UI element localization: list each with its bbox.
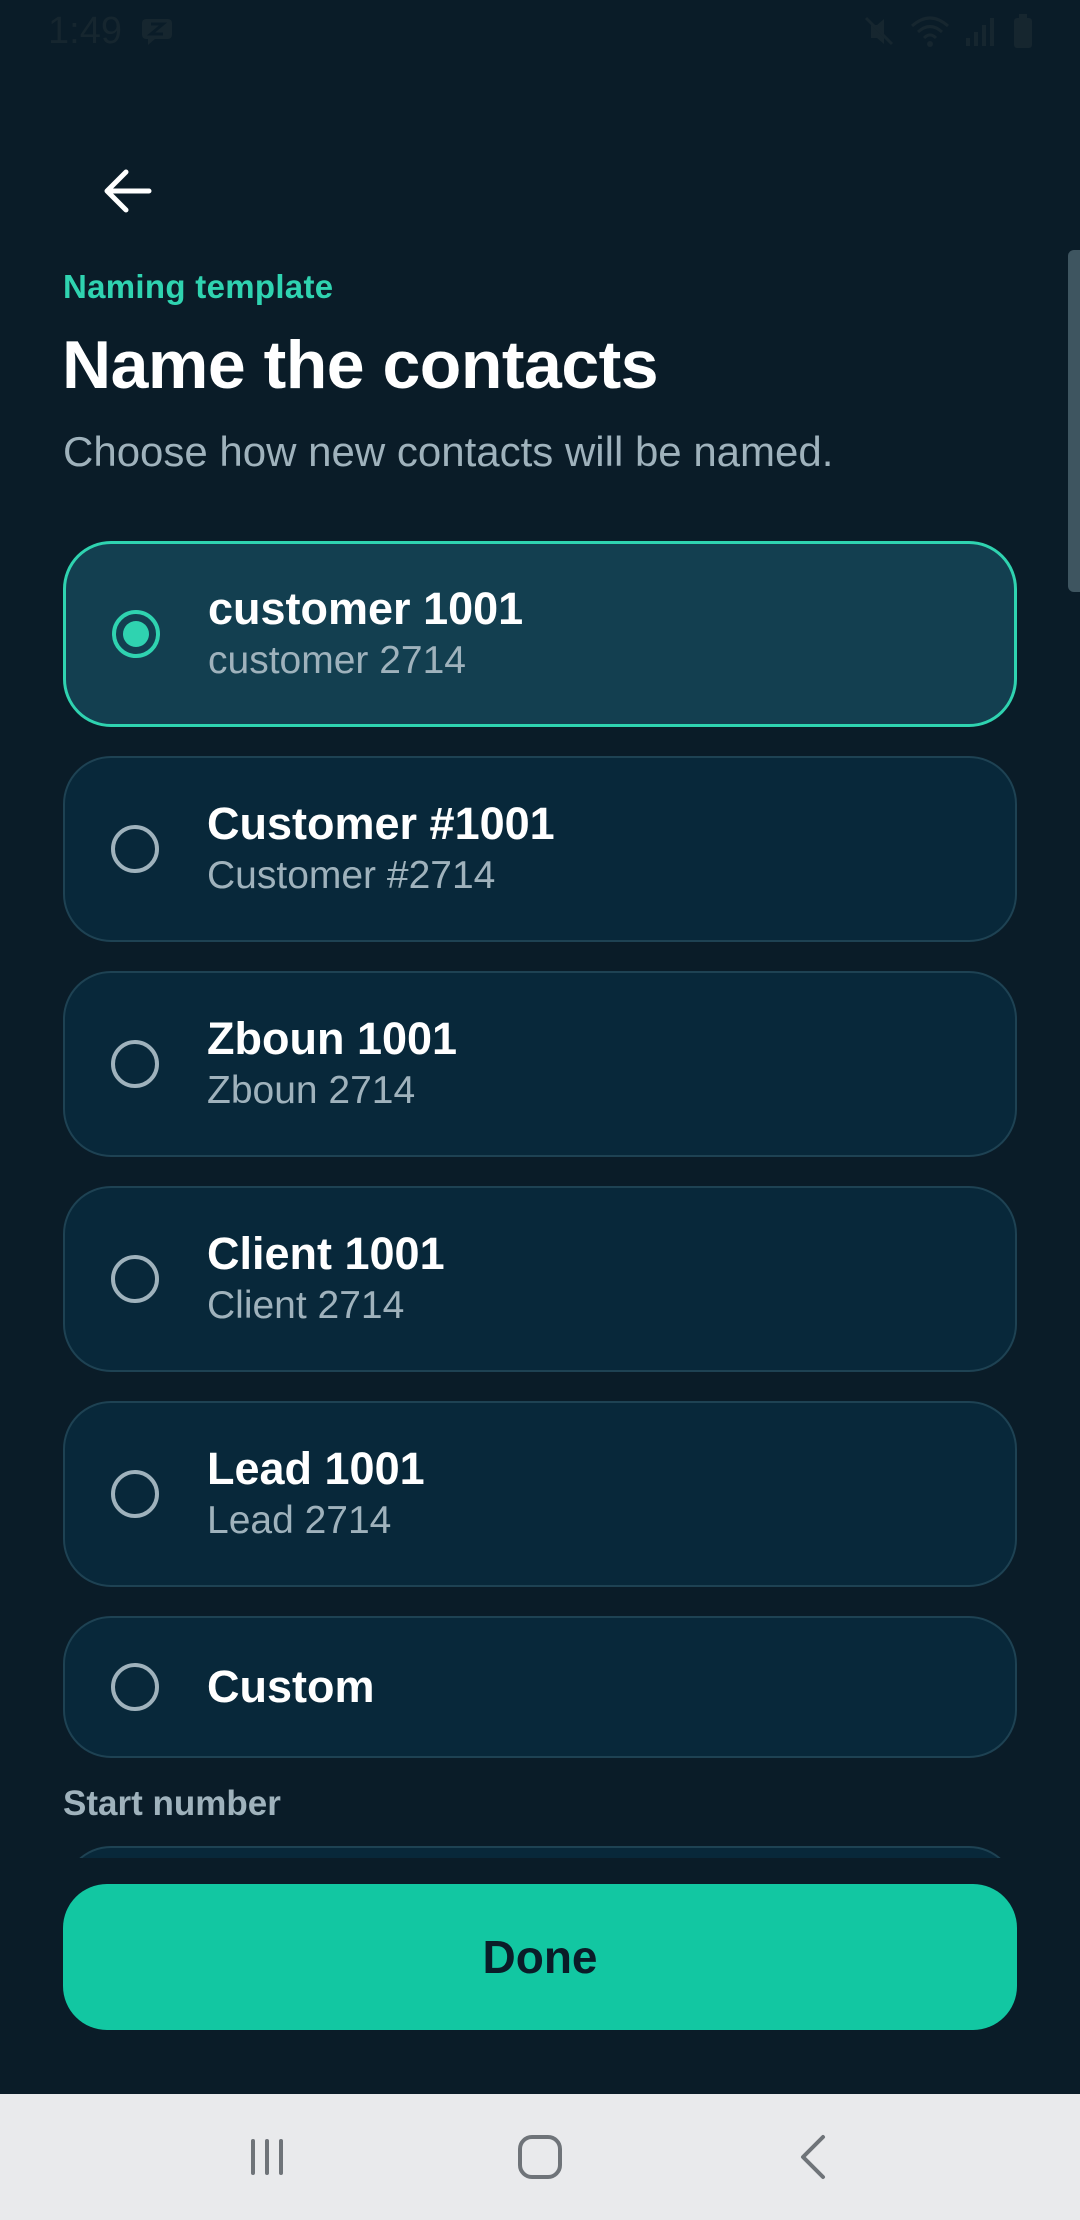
status-right (862, 13, 1034, 49)
option-title: Zboun 1001 (207, 1013, 458, 1064)
option-text: Lead 1001 Lead 2714 (207, 1442, 425, 1546)
recent-apps-button[interactable] (222, 2112, 312, 2202)
option-example: customer 2714 (208, 639, 466, 682)
option-custom[interactable]: Custom (63, 1616, 1017, 1758)
arrow-left-icon (104, 169, 152, 213)
radio-button[interactable] (111, 825, 159, 873)
option-customer[interactable]: customer 1001 customer 2714 (63, 541, 1017, 727)
start-number-label: Start number (63, 1784, 281, 1823)
radio-button[interactable] (111, 1470, 159, 1518)
mute-icon (862, 14, 896, 48)
option-example: Zboun 2714 (207, 1069, 416, 1112)
recent-apps-icon (250, 2139, 283, 2175)
option-text: customer 1001 customer 2714 (208, 582, 523, 686)
radio-selected-dot (123, 621, 149, 647)
status-left: 1:49 (48, 10, 174, 53)
option-title: Client 1001 (207, 1228, 445, 1279)
wifi-icon (910, 14, 950, 48)
signal-icon (964, 14, 998, 48)
nav-bar (0, 2094, 1080, 2220)
option-client[interactable]: Client 1001 Client 2714 (63, 1186, 1017, 1372)
option-example: Client 2714 (207, 1284, 405, 1327)
option-lead[interactable]: Lead 1001 Lead 2714 (63, 1401, 1017, 1587)
home-icon (517, 2135, 562, 2179)
option-text: Zboun 1001 Zboun 2714 (207, 1012, 457, 1116)
option-example: Lead 2714 (207, 1499, 392, 1542)
done-button[interactable]: Done (63, 1884, 1017, 2030)
status-time: 1:49 (48, 9, 122, 52)
option-zboun[interactable]: Zboun 1001 Zboun 2714 (63, 971, 1017, 1157)
naming-options: customer 1001 customer 2714 Customer #10… (63, 541, 1017, 1787)
option-text: Client 1001 Client 2714 (207, 1227, 445, 1331)
option-title: Lead 1001 (207, 1443, 425, 1494)
option-title: Custom (207, 1661, 375, 1712)
option-title: Customer #1001 (207, 798, 555, 849)
radio-button[interactable] (112, 610, 160, 658)
battery-icon (1012, 13, 1034, 49)
radio-button[interactable] (111, 1040, 159, 1088)
back-icon (801, 2135, 826, 2179)
system-back-button[interactable] (768, 2112, 858, 2202)
option-text: Custom (207, 1660, 375, 1714)
page-title: Name the contacts (62, 327, 659, 403)
radio-button[interactable] (111, 1255, 159, 1303)
screen: 1:49 Naming template Name the contacts C… (0, 0, 1080, 2220)
back-button[interactable] (92, 156, 162, 226)
status-bar: 1:49 (0, 0, 1080, 62)
radio-button[interactable] (111, 1663, 159, 1711)
option-example: Customer #2714 (207, 854, 496, 897)
scrollbar[interactable] (1068, 250, 1080, 592)
option-title: customer 1001 (208, 583, 524, 634)
page-subtitle: Choose how new contacts will be named. (63, 428, 834, 475)
option-customer-hash[interactable]: Customer #1001 Customer #2714 (63, 756, 1017, 942)
eyebrow-label: Naming template (63, 268, 334, 305)
message-icon (140, 16, 174, 46)
option-text: Customer #1001 Customer #2714 (207, 797, 555, 901)
home-button[interactable] (495, 2112, 585, 2202)
